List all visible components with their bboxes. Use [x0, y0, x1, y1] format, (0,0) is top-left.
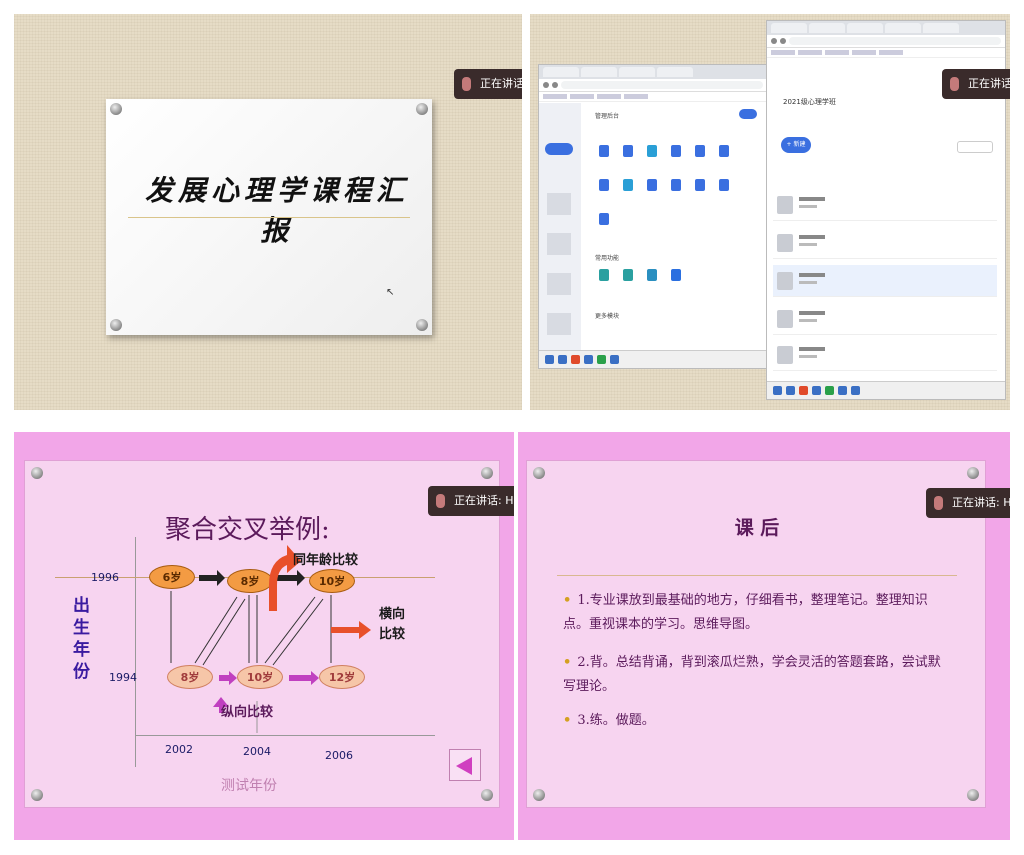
slide-card: 课 后 • 1.专业课放到最基础的地方，仔细看书，整理笔记。整理知识点。重视课本的… [526, 460, 986, 808]
new-button[interactable]: + 新建 [781, 137, 811, 153]
right-arrow-icon [277, 570, 305, 586]
pin-icon [110, 103, 122, 115]
app-icon[interactable] [671, 269, 681, 281]
app-icon[interactable] [719, 179, 729, 191]
app-icon[interactable] [599, 145, 609, 157]
microphone-icon [934, 496, 943, 510]
pin-icon [967, 789, 979, 801]
app-icon[interactable] [719, 145, 729, 157]
search-input[interactable] [957, 141, 993, 153]
app-icon[interactable] [599, 179, 609, 191]
pin-icon [967, 467, 979, 479]
app-sidebar [539, 103, 581, 350]
pin-icon [533, 467, 545, 479]
list-item[interactable] [773, 189, 997, 221]
slide-card: 发展心理学课程汇报 ↖ [106, 99, 432, 335]
app-icon[interactable] [623, 179, 633, 191]
app-icon[interactable] [623, 145, 633, 157]
col-year: 2004 [243, 745, 271, 758]
pin-icon [416, 319, 428, 331]
taskbar [539, 350, 767, 368]
title-underline [128, 217, 410, 218]
pin-icon [533, 789, 545, 801]
speaking-indicator: 正在讲话: Hu [926, 488, 1010, 518]
x-axis-label: 测试年份 [221, 778, 277, 794]
bullet-item: • 3.练。做题。 [563, 713, 655, 728]
left-arrow-icon [456, 757, 472, 775]
video-tile-top-right[interactable]: 管理后台 常用功能 更多模块 2021级心理学班 + 新建 正在讲话 [530, 14, 1010, 410]
pin-icon [416, 103, 428, 115]
app-icon[interactable] [623, 269, 633, 281]
browser-window-back: 管理后台 常用功能 更多模块 [538, 64, 768, 369]
app-icon[interactable] [599, 213, 609, 225]
section-heading: 更多模块 [595, 313, 620, 320]
microphone-icon [950, 77, 959, 91]
page-title: 2021级心理学班 [783, 98, 836, 106]
app-icon[interactable] [599, 269, 609, 281]
col-year: 2002 [165, 743, 193, 756]
app-icon[interactable] [671, 179, 681, 191]
app-icon[interactable] [671, 145, 681, 157]
bullet-item: • 1.专业课放到最基础的地方，仔细看书，整理笔记。整理知识点。重视课本的学习。思… [563, 593, 928, 632]
microphone-icon [462, 77, 471, 91]
speaking-indicator: 正在讲话: H [454, 69, 522, 99]
col-year: 2006 [325, 749, 353, 762]
app-heading: 管理后台 [595, 113, 620, 120]
label-vertical: 纵向比较 [221, 705, 274, 720]
speaking-indicator: 正在讲话: Hu [942, 69, 1010, 99]
label-horizontal: 横向比较 [379, 607, 406, 642]
microphone-icon [436, 494, 445, 508]
slide-title: 课 后 [734, 517, 780, 539]
slide-title: 发展心理学课程汇报 [144, 174, 409, 247]
title-underline [557, 575, 957, 576]
list-item[interactable] [773, 339, 997, 371]
right-arrow-icon [219, 671, 237, 685]
taskbar [767, 381, 1005, 399]
video-tile-bottom-right[interactable]: 课 后 • 1.专业课放到最基础的地方，仔细看书，整理笔记。整理知识点。重视课本的… [518, 432, 1010, 840]
right-arrow-icon [199, 570, 225, 586]
app-icon[interactable] [647, 179, 657, 191]
section-heading: 常用功能 [595, 255, 620, 262]
list-item[interactable] [773, 303, 997, 335]
list-item-selected[interactable] [773, 265, 997, 297]
cursor-icon: ↖ [386, 287, 395, 298]
app-icon[interactable] [695, 179, 705, 191]
sidebar-active-item[interactable] [545, 143, 573, 155]
pin-icon [110, 319, 122, 331]
app-primary-button[interactable] [739, 109, 757, 119]
speaking-indicator: 正在讲话: Hu [428, 486, 514, 516]
app-icon[interactable] [647, 145, 657, 157]
app-icon[interactable] [647, 269, 657, 281]
video-tile-top-left[interactable]: 发展心理学课程汇报 ↖ 正在讲话: H [14, 14, 522, 410]
app-icon[interactable] [695, 145, 705, 157]
right-arrow-icon [331, 621, 371, 639]
previous-slide-button[interactable] [449, 749, 481, 781]
video-tile-bottom-left[interactable]: 聚合交叉举例: 1996 1994 出生年份 6岁 8岁 10岁 8岁 10岁 … [14, 432, 514, 840]
label-same-age: 同年龄比较 [293, 553, 359, 568]
right-arrow-icon [289, 671, 319, 685]
list-item[interactable] [773, 227, 997, 259]
bullet-item: • 2.背。总结背诵，背到滚瓜烂熟，学会灵活的答题套路，尝试默写理论。 [563, 655, 941, 694]
